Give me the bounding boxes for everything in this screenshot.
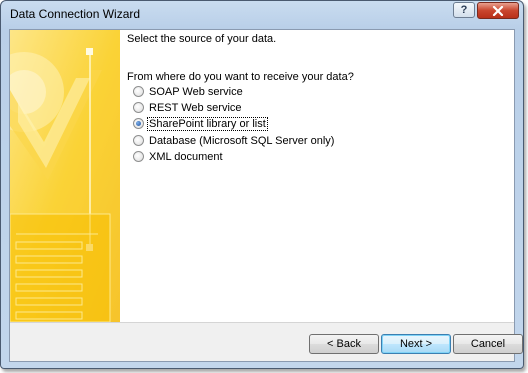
option-label: XML document: [149, 150, 223, 163]
title-bar[interactable]: Data Connection Wizard ?: [1, 1, 523, 27]
wizard-content: Select the source of your data. From whe…: [10, 30, 514, 322]
option-label: SOAP Web service: [149, 85, 243, 98]
cancel-button[interactable]: Cancel: [453, 334, 523, 354]
option-database[interactable]: Database (Microsoft SQL Server only): [133, 133, 335, 148]
next-button[interactable]: Next >: [381, 334, 451, 354]
footer-divider: [10, 322, 514, 323]
source-question: From where do you want to receive your d…: [127, 71, 354, 83]
window-title: Data Connection Wizard: [10, 7, 141, 21]
help-button[interactable]: ?: [453, 2, 475, 18]
wizard-window: Data Connection Wizard ? Select the sour…: [0, 0, 524, 369]
radio-rest[interactable]: [133, 102, 144, 113]
option-label: SharePoint library or list: [147, 116, 268, 131]
radio-soap[interactable]: [133, 86, 144, 97]
close-button[interactable]: [477, 2, 519, 19]
close-icon: [492, 5, 504, 17]
option-soap-web-service[interactable]: SOAP Web service: [133, 84, 244, 99]
radio-sharepoint[interactable]: [133, 118, 144, 129]
option-xml-document[interactable]: XML document: [133, 149, 224, 164]
back-button[interactable]: < Back: [309, 334, 379, 354]
radio-xml[interactable]: [133, 151, 144, 162]
option-rest-web-service[interactable]: REST Web service: [133, 100, 243, 115]
help-icon: ?: [460, 4, 468, 16]
wizard-art-graphic: [10, 30, 120, 322]
dialog-client-area: Select the source of your data. From whe…: [9, 29, 523, 362]
option-sharepoint-library[interactable]: SharePoint library or list: [133, 116, 268, 131]
option-label: REST Web service: [149, 101, 242, 114]
radio-database[interactable]: [133, 135, 144, 146]
option-label: Database (Microsoft SQL Server only): [149, 134, 335, 147]
wizard-heading: Select the source of your data.: [127, 33, 277, 45]
